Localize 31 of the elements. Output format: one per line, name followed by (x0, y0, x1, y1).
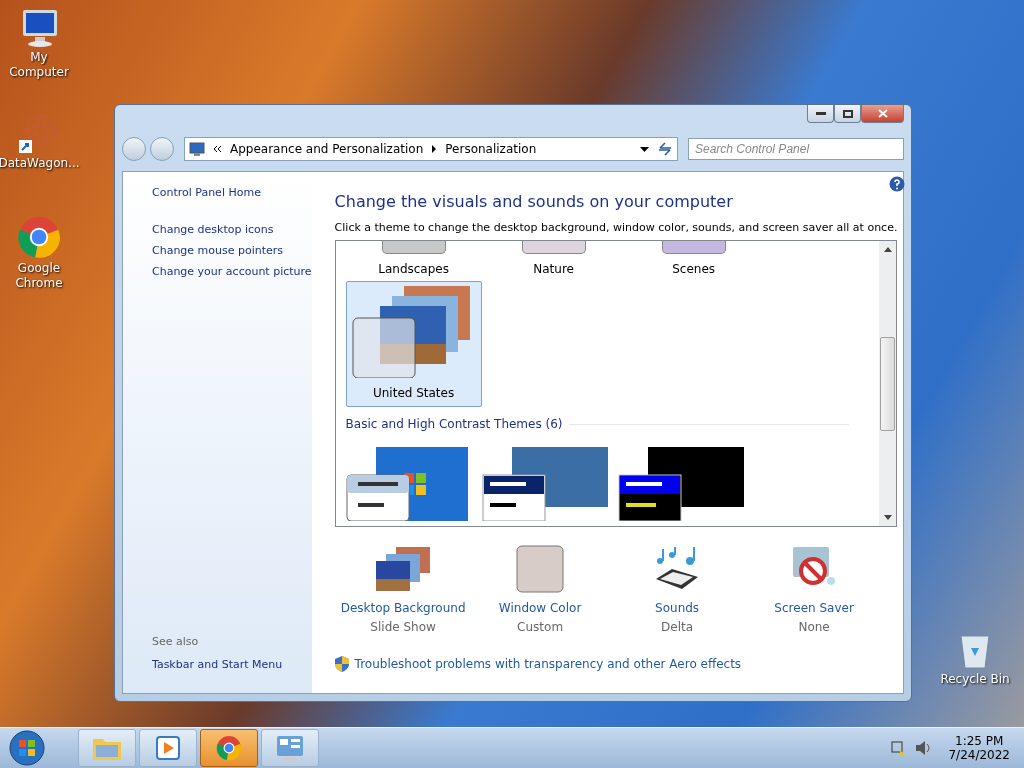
theme-label[interactable]: Landscapes (378, 262, 449, 276)
sidebar-link[interactable]: Taskbar and Start Menu (152, 658, 312, 671)
breadcrumb-item[interactable]: Appearance and Personalization (230, 142, 424, 156)
theme-label[interactable]: Scenes (672, 262, 715, 276)
setting-link[interactable]: Sounds (655, 601, 700, 615)
setting-value: Slide Show (370, 620, 436, 634)
setting-link[interactable]: Desktop Background (340, 601, 466, 615)
breadcrumb-item[interactable]: Personalization (445, 142, 537, 156)
see-also-heading: See also (152, 635, 200, 648)
section-heading: Basic and High Contrast Themes (6) (345, 417, 563, 431)
desktop-icon-label[interactable]: My Computer (0, 50, 78, 80)
page-title: Change the visuals and sounds on your computer (334, 192, 734, 211)
theme-item[interactable]: United States (345, 281, 482, 407)
page-description: Click a theme to change the desktop background, window color, sounds, and screen saver all at once. (334, 221, 898, 234)
clock[interactable]: 1:25 PM 7/24/2022 (948, 734, 1010, 762)
sidebar-link[interactable]: Change your account picture (152, 265, 312, 278)
theme-label[interactable]: Nature (533, 262, 574, 276)
search-field[interactable]: Search Control Panel (688, 138, 904, 160)
desktop-icon-label[interactable]: Google Chrome (0, 261, 78, 291)
address-bar[interactable]: Appearance and Personalization Personalization (184, 137, 678, 161)
sidebar-link[interactable]: Control Panel Home (152, 186, 312, 199)
setting-link[interactable]: Screen Saver (774, 601, 854, 615)
setting-value: Delta (661, 620, 694, 634)
desktop-icon-label[interactable]: DataWagon... (0, 156, 80, 171)
troubleshoot-link[interactable]: Troubleshoot problems with transparency and other Aero effects (354, 657, 742, 671)
setting-link[interactable]: Window Color (498, 601, 582, 615)
setting-value: Custom (517, 620, 564, 634)
theme-label: United States (372, 386, 455, 400)
setting-value: None (798, 620, 830, 634)
sidebar-link[interactable]: Change desktop icons (152, 223, 312, 236)
sidebar-link[interactable]: Change mouse pointers (152, 244, 312, 257)
